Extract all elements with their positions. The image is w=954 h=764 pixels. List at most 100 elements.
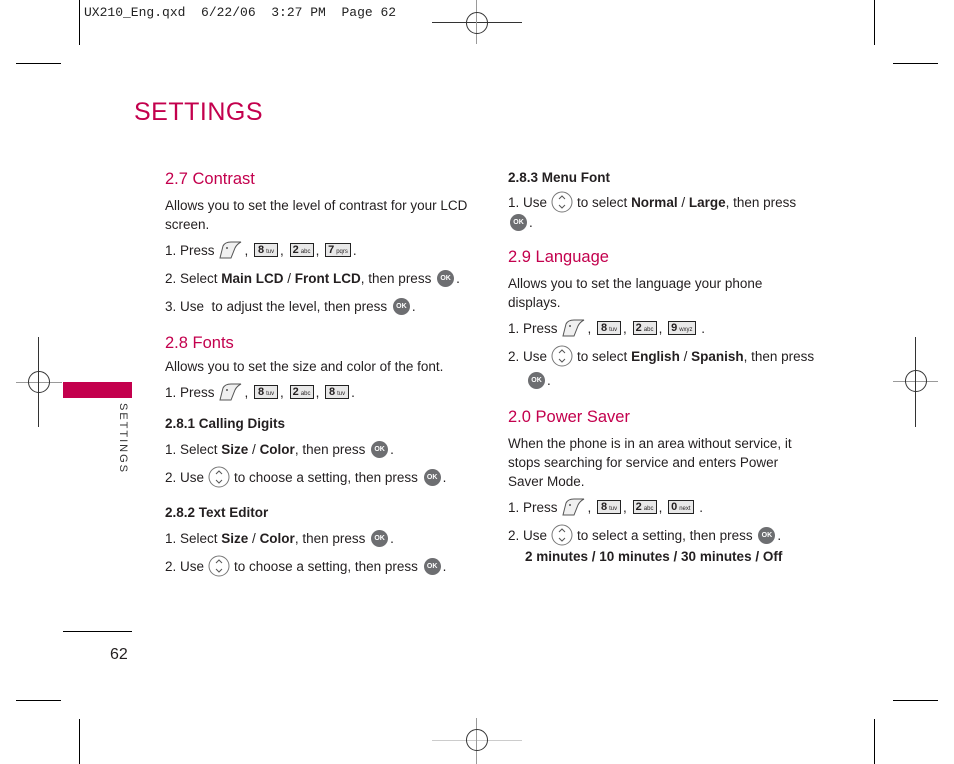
navigation-up-down-key-icon: [551, 524, 573, 546]
ok-key-icon: OK: [423, 557, 441, 575]
registration-mark-icon: [466, 729, 488, 751]
crop-mark: [874, 0, 875, 45]
page-number: 62: [110, 646, 128, 663]
option-size: Size: [221, 441, 249, 457]
power-saver-options: 2 minutes / 10 minutes / 30 minutes / Of…: [525, 549, 783, 564]
ok-key-icon: OK: [437, 269, 455, 287]
step-text: , then press: [743, 348, 815, 364]
section-description: Allows you to set the size and color of …: [165, 359, 444, 374]
footer-rule: [63, 631, 132, 632]
ok-key-icon: OK: [758, 526, 776, 544]
step: 1. Select Size / Color, then press OK.: [165, 529, 394, 547]
navigation-up-down-key-icon: [551, 345, 573, 367]
option-size: Size: [221, 530, 249, 546]
crop-mark: [16, 63, 61, 64]
step-text: 1. Press: [165, 242, 215, 258]
menu-soft-key-icon: [217, 240, 243, 260]
side-tab-label: SETTINGS: [117, 403, 129, 475]
step: 1. Press , 8 tuv, 2 abc, 0 next .: [508, 495, 818, 519]
step-text: 2. Use: [508, 348, 548, 364]
separator: /: [679, 348, 692, 364]
step-text: 1. Select: [165, 530, 222, 546]
section-heading: 2.8 Fonts: [165, 334, 234, 352]
ok-key-icon: OK: [371, 440, 389, 458]
navigation-up-down-key-icon: [208, 466, 230, 488]
key-2-icon: 2 abc: [289, 243, 314, 257]
step-text: to select: [577, 194, 632, 210]
option-english: English: [631, 348, 680, 364]
menu-soft-key-icon: [560, 318, 586, 338]
step-continuation: OK.: [508, 368, 818, 392]
step: 2. Use to select a setting, then press O…: [508, 523, 818, 547]
section-power-saver: 2.0 Power Saver When the phone is in an …: [508, 406, 818, 566]
crop-mark: [16, 700, 61, 701]
registration-mark-icon: [466, 12, 488, 34]
menu-soft-key-icon: [217, 382, 243, 402]
navigation-up-down-key-icon: [551, 191, 573, 213]
section-description: Allows you to set the level of contrast …: [165, 198, 468, 232]
option-spanish: Spanish: [691, 348, 744, 364]
option-front-lcd: Front LCD: [294, 270, 361, 286]
section-heading: 2.0 Power Saver: [508, 408, 630, 426]
key-2-icon: 2 abc: [289, 385, 314, 399]
section-fonts: 2.8 Fonts Allows you to set the size and…: [165, 332, 475, 578]
right-column: 2.8.3 Menu Font 1. Use to select Normal …: [508, 168, 818, 566]
key-8-icon: 8 tuv: [597, 500, 622, 514]
subsection-heading: 2.8.3 Menu Font: [508, 170, 611, 185]
section-contrast: 2.7 Contrast Allows you to set the level…: [165, 168, 475, 318]
separator: /: [248, 530, 260, 546]
section-menu-font: 2.8.3 Menu Font 1. Use to select Normal …: [508, 168, 818, 232]
step: 3. Use to adjust the level, then press O…: [165, 297, 416, 315]
step: 1. Press , 8 tuv, 2 abc, 9 wxyz .: [508, 316, 818, 340]
print-slug: UX210_Eng.qxd 6/22/06 3:27 PM Page 62: [84, 5, 396, 20]
key-8-icon: 8 tuv: [597, 321, 622, 335]
page-title: SETTINGS: [134, 98, 264, 126]
option-large: Large: [688, 194, 726, 210]
ok-key-icon: OK: [423, 468, 441, 486]
step-text: 2. Select: [165, 270, 222, 286]
step: 1. Press , 8 tuv, 2 abc, 7 pqrs.: [165, 238, 475, 262]
section-description: When the phone is in an area without ser…: [508, 436, 792, 489]
slug-filename: UX210_Eng.qxd: [84, 5, 186, 20]
section-description: Allows you to set the language your phon…: [508, 276, 763, 310]
step-text: 2. Use: [165, 469, 205, 485]
ok-key-icon: OK: [371, 529, 389, 547]
step: 1. Use to select Normal / Large, then pr…: [508, 191, 818, 232]
step-text: to select a setting, then press: [577, 527, 757, 543]
key-7-icon: 7 pqrs: [325, 243, 351, 257]
crop-mark: [874, 719, 875, 764]
menu-soft-key-icon: [560, 497, 586, 517]
slug-time: 3:27 PM: [271, 5, 326, 20]
step: 1. Select Size / Color, then press OK.: [165, 440, 394, 458]
subsection-heading: 2.8.2 Text Editor: [165, 505, 269, 520]
step-text: to select: [577, 348, 632, 364]
step-text: 3. Use to adjust the level, then press: [165, 298, 391, 314]
registration-mark-icon: [28, 371, 50, 393]
crop-mark: [893, 700, 938, 701]
key-8-icon: 8 tuv: [325, 385, 350, 399]
subsection-heading: 2.8.1 Calling Digits: [165, 416, 286, 431]
key-0-icon: 0 next: [668, 500, 694, 514]
ok-key-icon: OK: [510, 214, 527, 231]
separator: /: [283, 270, 295, 286]
section-heading: 2.9 Language: [508, 248, 609, 266]
step-text: , then press: [360, 270, 436, 286]
option-color: Color: [259, 441, 295, 457]
step-text: 2. Use: [165, 558, 205, 574]
key-2-icon: 2 abc: [632, 321, 657, 335]
separator: /: [677, 194, 689, 210]
left-column: 2.7 Contrast Allows you to set the level…: [165, 168, 475, 578]
step-text: 1. Press: [165, 384, 215, 400]
step-text: , then press: [294, 441, 370, 457]
step-text: 1. Press: [508, 499, 558, 515]
step: 2. Use to choose a setting, then press O…: [165, 554, 475, 578]
registration-mark-icon: [905, 370, 927, 392]
step: 2. Use to select English / Spanish, then…: [508, 344, 818, 368]
step-text: 1. Use: [508, 194, 548, 210]
step-text: to choose a setting, then press: [234, 469, 422, 485]
section-heading: 2.7 Contrast: [165, 170, 255, 188]
key-8-icon: 8 tuv: [254, 243, 279, 257]
option-normal: Normal: [631, 194, 678, 210]
slug-page: Page 62: [341, 5, 397, 20]
ok-key-icon: OK: [528, 371, 545, 389]
